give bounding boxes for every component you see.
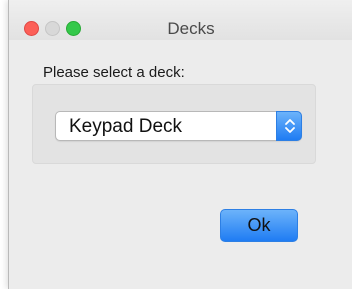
deck-select-value: Keypad Deck: [69, 116, 183, 137]
window-title: Decks: [167, 19, 215, 38]
ok-button[interactable]: Ok: [220, 209, 298, 242]
title-bar[interactable]: Decks: [9, 0, 352, 40]
deck-prompt-label: Please select a deck:: [43, 64, 185, 81]
deck-select[interactable]: Keypad Deck: [55, 111, 302, 141]
up-down-chevron-icon[interactable]: [276, 111, 302, 141]
